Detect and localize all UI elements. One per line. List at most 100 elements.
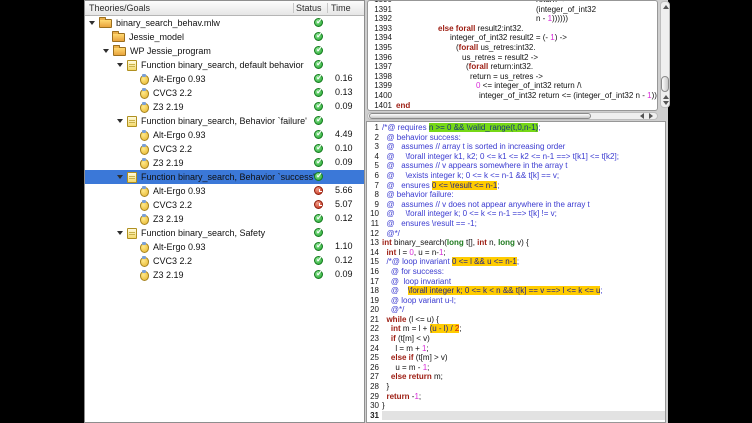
code-segment: ; — [497, 181, 499, 190]
code-segment: @ \exists integer k; 0 <= k <= n-1 && t[… — [382, 171, 559, 180]
code-segment: /*@ loop invariant — [382, 257, 452, 266]
tree-row[interactable]: Function binary_search, Behavior `failur… — [85, 114, 364, 128]
tree-row[interactable]: Alt-Ergo 0.930.16 — [85, 72, 364, 86]
code-segment: ; — [419, 392, 421, 401]
scroll-left-icon[interactable] — [640, 113, 644, 119]
code-line[interactable]: 1395(forall us_retres:int32. — [368, 43, 657, 53]
code-line[interactable]: 29 return -1; — [367, 392, 665, 402]
tree-row[interactable]: Z3 2.190.12 — [85, 212, 364, 226]
column-theories-goals[interactable]: Theories/Goals — [85, 3, 293, 13]
code-line[interactable]: 3 @ assumes // array t is sorted in incr… — [367, 142, 665, 152]
tree-row[interactable]: Function binary_search, default behavior — [85, 58, 364, 72]
code-line[interactable]: 1400integer_of_int32 return <= (integer_… — [368, 91, 657, 101]
tree-row[interactable]: Z3 2.190.09 — [85, 268, 364, 282]
scrollbar-thumb[interactable] — [369, 113, 591, 119]
column-status[interactable]: Status — [293, 3, 327, 13]
expander-triangle-icon[interactable] — [117, 119, 123, 123]
code-line[interactable]: 17 @ loop invariant — [367, 277, 665, 287]
code-line[interactable]: 6 @ \exists integer k; 0 <= k <= n-1 && … — [367, 171, 665, 181]
time-cell: 0.09 — [335, 101, 353, 111]
tree-row[interactable]: Function binary_search, Safety — [85, 226, 364, 240]
scroll-right-icon[interactable] — [649, 113, 653, 119]
expander-triangle-icon[interactable] — [117, 231, 123, 235]
row-label: Jessie_model — [129, 32, 184, 42]
line-number: 17 — [367, 277, 382, 287]
code-line[interactable]: 15 /*@ loop invariant 0 <= l && u <= n-1… — [367, 257, 665, 267]
tree-row[interactable]: CVC3 2.25.07 — [85, 198, 364, 212]
code-line[interactable]: 20 @*/ — [367, 305, 665, 315]
scroll-up-icon[interactable] — [663, 5, 669, 9]
code-line[interactable]: 1398return = us_retres -> — [368, 72, 657, 82]
code-line[interactable]: 19 @ loop variant u-l; — [367, 296, 665, 306]
code-line[interactable]: 7 @ ensures 0 <= \result <= n-1; — [367, 181, 665, 191]
code-line[interactable]: 23 if (t[m] < v) — [367, 334, 665, 344]
tree-row[interactable]: Z3 2.190.09 — [85, 156, 364, 170]
code-line[interactable]: 18 @ \forall integer k; 0 <= k < n && t[… — [367, 286, 665, 296]
expander-triangle-icon[interactable] — [117, 63, 123, 67]
code-line[interactable]: 1397(forall return:int32. — [368, 62, 657, 72]
code-line[interactable]: 25 else if (t[m] > v) — [367, 353, 665, 363]
code-line[interactable]: 11 @ ensures \result == -1; — [367, 219, 665, 229]
code-segment: } — [382, 401, 385, 410]
code-line[interactable]: 22 int m = l + (u - l) / 2; — [367, 324, 665, 334]
tree-row[interactable]: CVC3 2.20.10 — [85, 142, 364, 156]
prover-icon — [140, 243, 149, 253]
code-line[interactable]: 31 — [367, 411, 665, 421]
code-line[interactable]: 1392n - 1)))))) — [368, 14, 657, 24]
code-line[interactable]: 13990 <= integer_of_int32 return /\ — [368, 81, 657, 91]
tree-row[interactable]: Z3 2.190.09 — [85, 100, 364, 114]
tree-row[interactable]: binary_search_behav.mlw — [85, 16, 364, 30]
line-text: @ assumes // v does not appear anywhere … — [382, 200, 665, 210]
tree-row[interactable]: CVC3 2.20.12 — [85, 254, 364, 268]
tree-rows: binary_search_behav.mlw Jessie_model WP Je… — [85, 16, 364, 282]
code-line[interactable]: 1396us_retres = result2 -> — [368, 53, 657, 63]
code-line[interactable]: 13int binary_search(long t[], int n, lon… — [367, 238, 665, 248]
code-line[interactable]: 9 @ assumes // v does not appear anywher… — [367, 200, 665, 210]
time-cell: 0.09 — [335, 269, 353, 279]
tree-row[interactable]: Alt-Ergo 0.934.49 — [85, 128, 364, 142]
expander-triangle-icon[interactable] — [89, 21, 95, 25]
scrollbar-thumb[interactable] — [661, 76, 669, 92]
tree-row[interactable]: Alt-Ergo 0.935.66 — [85, 184, 364, 198]
code-segment: long — [447, 238, 464, 247]
scroll-up-icon[interactable] — [663, 95, 669, 99]
code-line[interactable]: 2 @ behavior success: — [367, 133, 665, 143]
code-line[interactable]: 24 l = m + 1; — [367, 344, 665, 354]
code-line[interactable]: 1/*@ requires n >= 0 && \valid_range(t,0… — [367, 123, 665, 133]
tree-row[interactable]: CVC3 2.20.13 — [85, 86, 364, 100]
code-line[interactable]: 1391(integer_of_int32 — [368, 5, 657, 15]
line-text: else if (t[m] > v) — [382, 353, 665, 363]
time-cell: 5.07 — [335, 199, 353, 209]
code-line[interactable]: 1393else forall result2:int32. — [368, 24, 657, 34]
horizontal-scrollbar[interactable] — [367, 112, 658, 120]
code-line[interactable]: 1401end — [368, 101, 657, 111]
tree-row[interactable]: Alt-Ergo 0.931.10 — [85, 240, 364, 254]
code-line[interactable]: 10 @ \forall integer k; 0 <= k <= n-1 ==… — [367, 209, 665, 219]
vertical-scrollbar[interactable] — [660, 1, 670, 108]
code-line[interactable]: 14 int l = 0, u = n-1; — [367, 248, 665, 258]
code-line[interactable]: 16 @ for success: — [367, 267, 665, 277]
code-line[interactable]: 5 @ assumes // v appears somewhere in th… — [367, 161, 665, 171]
code-line[interactable]: 26 u = m - 1; — [367, 363, 665, 373]
code-segment — [382, 372, 391, 381]
code-segment: while — [386, 315, 406, 324]
expander-triangle-icon[interactable] — [103, 49, 109, 53]
row-label: Z3 2.19 — [153, 214, 184, 224]
code-line[interactable]: 4 @ \forall integer k1, k2; 0 <= k1 <= k… — [367, 152, 665, 162]
scroll-down-icon[interactable] — [663, 101, 669, 105]
code-line[interactable]: 12 @*/ — [367, 229, 665, 239]
code-line[interactable]: 21 while (l <= u) { — [367, 315, 665, 325]
theories-goals-panel: Theories/Goals Status Time binary_search… — [84, 0, 365, 423]
prover-icon — [140, 187, 149, 197]
tree-row[interactable]: Jessie_model — [85, 30, 364, 44]
tree-row[interactable]: WP Jessie_program — [85, 44, 364, 58]
column-time[interactable]: Time — [327, 3, 364, 13]
code-line[interactable]: 30} — [367, 401, 665, 411]
code-segment: )))))) — [552, 14, 568, 23]
tree-row[interactable]: Function binary_search, Behavior `succes… — [85, 170, 364, 184]
code-line[interactable]: 1394integer_of_int32 result2 = (- 1) -> — [368, 33, 657, 43]
code-line[interactable]: 8 @ behavior failure: — [367, 190, 665, 200]
expander-triangle-icon[interactable] — [117, 175, 123, 179]
code-line[interactable]: 27 else return m; — [367, 372, 665, 382]
code-line[interactable]: 28 } — [367, 382, 665, 392]
